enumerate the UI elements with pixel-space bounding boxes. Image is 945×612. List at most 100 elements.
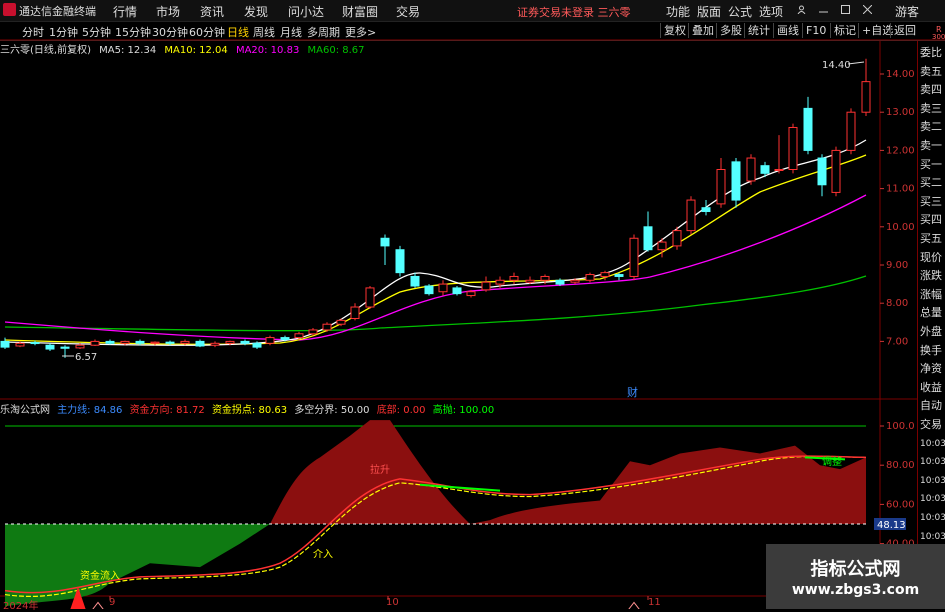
sidebar-item[interactable]: 外盘 <box>920 326 942 338</box>
sidebar-item[interactable]: 买五 <box>920 233 942 245</box>
period-multi[interactable]: 多周期 <box>307 24 340 40</box>
period-timeshare[interactable]: 分时 <box>22 24 44 40</box>
sidebar-item[interactable]: 卖一 <box>920 140 942 152</box>
menu-formula[interactable]: 公式 <box>728 3 752 20</box>
menu-options[interactable]: 选项 <box>759 3 783 20</box>
period-15min[interactable]: 15分钟 <box>115 24 151 40</box>
candle-body <box>643 226 653 251</box>
period-more[interactable]: 更多> <box>345 24 376 40</box>
indicator-name[interactable]: 乐淘公式网 <box>0 405 50 416</box>
price-axis-label: 13.00 <box>886 107 915 118</box>
menu-trade[interactable]: 交易 <box>396 3 420 20</box>
login-notice: 证券交易未登录 三六零 <box>517 6 631 19</box>
tool-mark[interactable]: 标记 <box>830 23 859 38</box>
candle-body <box>716 169 726 205</box>
sidebar-item[interactable]: 涨跌 <box>920 270 942 282</box>
tool-back[interactable]: 返回 <box>890 23 919 38</box>
maximize-icon[interactable] <box>841 5 850 14</box>
sidebar-item[interactable]: 10:03 <box>920 438 945 450</box>
candle-body <box>746 157 756 182</box>
candle-body <box>252 342 262 348</box>
candle-body <box>731 161 741 201</box>
menu-function[interactable]: 功能 <box>666 3 690 20</box>
ma5-value: MA5: 12.34 <box>99 45 157 56</box>
menu-layout[interactable]: 版面 <box>697 3 721 20</box>
low-price-label: 6.57 <box>75 352 97 363</box>
top-value: 高抛: 100.00 <box>432 405 495 416</box>
tool-overlay[interactable]: 叠加 <box>688 23 717 38</box>
buy-signal-marker <box>92 601 104 609</box>
period-30min[interactable]: 30分钟 <box>152 24 188 40</box>
sidebar-item[interactable]: 10:03 <box>920 493 945 505</box>
period-weekly[interactable]: 周线 <box>253 24 275 40</box>
tool-f10[interactable]: F10 <box>802 23 829 38</box>
candle-body <box>817 157 827 186</box>
price-axis-label: 10.00 <box>886 222 915 233</box>
close-icon[interactable] <box>863 5 872 14</box>
tool-multi-stock[interactable]: 多股 <box>716 23 745 38</box>
sidebar-item[interactable]: 换手 <box>920 344 942 357</box>
sidebar-item[interactable]: 总量 <box>920 307 942 319</box>
ma10-line <box>4 154 867 345</box>
period-daily[interactable]: 日线 <box>227 24 249 40</box>
tool-adjust[interactable]: 复权 <box>660 23 689 38</box>
candle-body <box>240 340 250 344</box>
ma-info-bar: 三六零(日线,前复权) MA5: 12.34 MA10: 12.04 MA20:… <box>0 41 370 56</box>
period-1min[interactable]: 1分钟 <box>49 24 78 40</box>
indicator-annotation: 调整 <box>822 455 842 468</box>
user-icon[interactable] <box>797 5 806 14</box>
candle-body <box>350 306 360 319</box>
menu-market[interactable]: 市场 <box>156 3 180 20</box>
adjust-segment <box>419 483 501 492</box>
candle-body <box>438 283 448 293</box>
price-axis-label: 7.00 <box>886 336 908 347</box>
candle-body <box>831 149 841 193</box>
current-value-label: 48.13 <box>877 520 906 531</box>
price-axis-label: 12.00 <box>886 145 915 156</box>
period-60min[interactable]: 60分钟 <box>189 24 225 40</box>
sidebar-item[interactable]: 交易 <box>920 419 942 431</box>
tool-stats[interactable]: 统计 <box>744 23 773 38</box>
sidebar-item[interactable]: 买一 <box>920 158 942 171</box>
price-axis-label: 11.00 <box>886 184 915 195</box>
sidebar-item[interactable]: 10:03 <box>920 531 945 543</box>
candle-body <box>395 249 405 274</box>
sidebar-item[interactable]: 卖二 <box>920 121 942 133</box>
period-5min[interactable]: 5分钟 <box>82 24 111 40</box>
fund-point-value: 资金拐点: 80.63 <box>211 405 288 416</box>
sidebar-item[interactable]: 收益 <box>920 381 942 394</box>
sidebar-item[interactable]: 净资 <box>920 363 942 375</box>
sidebar-item[interactable]: 涨幅 <box>920 288 942 301</box>
menu-news[interactable]: 资讯 <box>200 3 224 20</box>
candle-body <box>150 341 160 344</box>
menu-quotes[interactable]: 行情 <box>113 3 137 20</box>
sidebar-item[interactable]: 10:03 <box>920 456 945 468</box>
sidebar-item[interactable]: 现价 <box>920 251 942 264</box>
sidebar-item[interactable]: 卖五 <box>920 65 942 78</box>
sidebar-item[interactable]: 卖三 <box>920 102 942 115</box>
guest-label[interactable]: 游客 <box>895 3 919 20</box>
period-monthly[interactable]: 月线 <box>280 24 302 40</box>
menu-ask[interactable]: 问小达 <box>288 3 324 20</box>
candle-body <box>120 340 130 344</box>
candle-body <box>410 275 420 287</box>
stock-title: 三六零(日线,前复权) <box>0 45 91 56</box>
sidebar-item[interactable]: 委比 <box>920 47 942 59</box>
menu-discover[interactable]: 发现 <box>244 3 268 20</box>
candle-body <box>788 126 798 171</box>
sidebar-item[interactable]: 自动 <box>920 400 942 412</box>
candle-body <box>424 285 434 295</box>
sidebar-item[interactable]: 10:03 <box>920 475 945 487</box>
candle-body <box>195 340 205 347</box>
app-name: 通达信金融终端 <box>19 5 96 18</box>
sidebar-item[interactable]: 卖四 <box>920 84 942 96</box>
minimize-icon[interactable] <box>819 5 828 14</box>
menu-wealth[interactable]: 财富圈 <box>342 3 378 20</box>
sidebar-item[interactable]: 10:03 <box>920 512 945 524</box>
sidebar-item[interactable]: 买二 <box>920 177 942 189</box>
tool-draw[interactable]: 画线 <box>773 23 802 38</box>
sidebar-item[interactable]: 买三 <box>920 195 942 208</box>
current-value-box <box>874 518 906 530</box>
sidebar-item[interactable]: 买四 <box>920 214 942 226</box>
buy-signal-marker <box>628 601 640 609</box>
